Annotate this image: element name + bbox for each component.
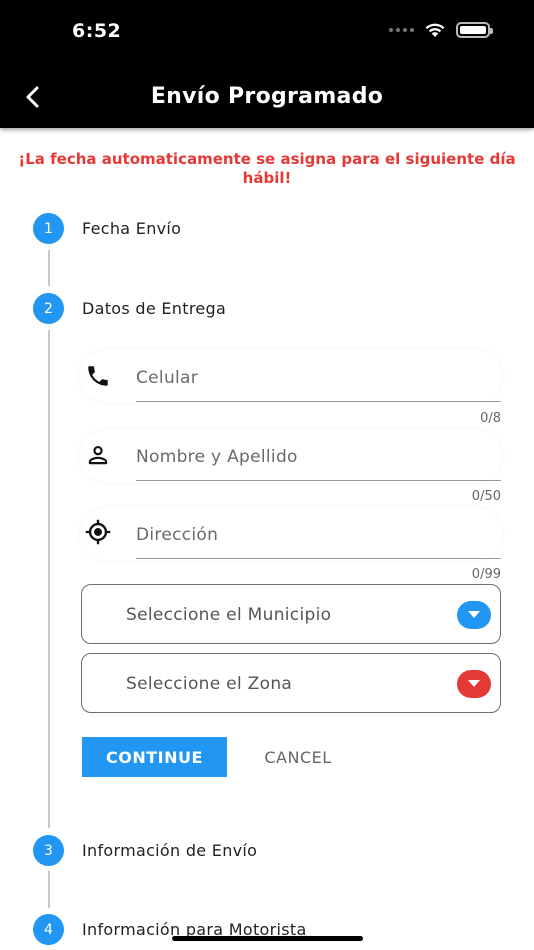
person-icon <box>84 441 112 469</box>
step-connector-3 <box>48 871 50 908</box>
step-2-title[interactable]: Datos de Entrega <box>82 299 226 318</box>
municipio-select[interactable]: Seleccione el Municipio <box>81 584 501 644</box>
step-3-title[interactable]: Información de Envío <box>82 841 257 860</box>
chevron-down-icon <box>457 670 491 698</box>
continue-button[interactable]: CONTINUE <box>82 737 227 777</box>
municipio-select-label: Seleccione el Municipio <box>126 605 332 625</box>
zona-select[interactable]: Seleccione el Zona <box>81 653 501 713</box>
phone-icon <box>84 362 112 390</box>
step-3-indicator[interactable]: 3 <box>33 835 64 866</box>
zona-select-label: Seleccione el Zona <box>126 674 293 694</box>
home-indicator[interactable] <box>172 936 363 941</box>
name-input[interactable] <box>136 433 501 480</box>
phone-input[interactable] <box>136 354 501 401</box>
next-business-day-notice: ¡La fecha automaticamente se asigna para… <box>18 150 516 187</box>
step-2-number: 2 <box>44 300 53 317</box>
name-char-counter: 0/50 <box>471 489 501 504</box>
name-input-wrapper <box>136 433 501 481</box>
step-4-number: 4 <box>44 921 53 938</box>
page-title: Envío Programado <box>150 84 384 109</box>
step-1-title[interactable]: Fecha Envío <box>82 219 181 238</box>
step-1-number: 1 <box>44 220 53 237</box>
phone-char-counter: 0/8 <box>480 411 501 426</box>
address-input[interactable] <box>136 511 501 558</box>
app-bar: Envío Programado <box>0 66 534 128</box>
battery-icon <box>456 22 493 38</box>
step-4-indicator[interactable]: 4 <box>33 914 64 945</box>
step-connector-2 <box>48 330 50 828</box>
address-char-counter: 0/99 <box>471 567 501 582</box>
step-1-indicator[interactable]: 1 <box>33 213 64 244</box>
step-connector-1 <box>48 250 50 286</box>
chevron-down-icon <box>457 601 491 629</box>
status-icons <box>389 22 493 38</box>
step-3-number: 3 <box>44 842 53 859</box>
phone-input-wrapper <box>136 354 501 402</box>
step-2-indicator[interactable]: 2 <box>33 293 64 324</box>
wifi-icon <box>425 23 445 37</box>
cancel-button[interactable]: CANCEL <box>244 737 352 777</box>
location-target-icon <box>84 518 112 546</box>
status-bar: 6:52 <box>0 0 534 66</box>
signal-icon <box>389 28 414 32</box>
address-input-wrapper <box>136 511 501 559</box>
status-time: 6:52 <box>72 20 122 42</box>
